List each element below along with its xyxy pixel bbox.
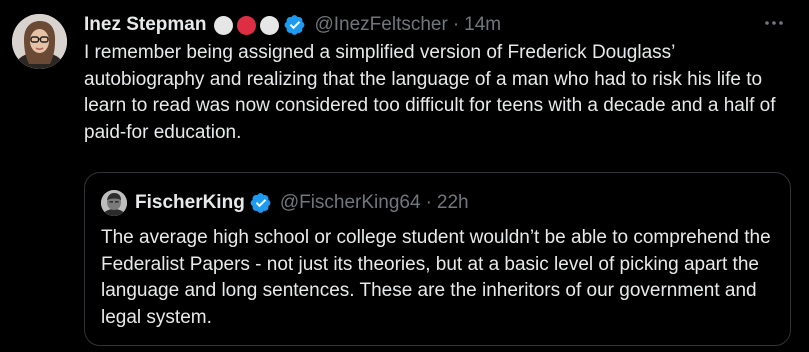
- white-circle-emoji: [214, 15, 234, 35]
- white-circle-emoji: [260, 15, 280, 35]
- author-name[interactable]: Inez Stepman: [84, 12, 206, 38]
- quoted-tweet-header: FischerKing @FischerKing64 · 22h: [101, 190, 469, 216]
- quoted-tweet[interactable]: FischerKing @FischerKing64 · 22h The ave…: [84, 172, 791, 346]
- quoted-tweet-timestamp[interactable]: 22h: [437, 192, 469, 214]
- quoted-header-separator: ·: [425, 192, 432, 213]
- header-separator: ·: [452, 14, 460, 35]
- verified-badge-icon[interactable]: [250, 192, 272, 214]
- more-options-icon[interactable]: [763, 12, 785, 34]
- quoted-tweet-text: The average high school or college stude…: [101, 227, 771, 328]
- name-emoji-group: [214, 15, 283, 35]
- verified-badge-icon[interactable]: [284, 14, 306, 36]
- quoted-author-name[interactable]: FischerKing: [135, 192, 245, 214]
- quoted-author-avatar[interactable]: [101, 190, 127, 216]
- author-handle[interactable]: @InezFeltscher: [314, 12, 447, 38]
- tweet-timestamp[interactable]: 14m: [464, 12, 501, 38]
- tweet[interactable]: Inez Stepman @InezFeltscher · 14m I reme…: [0, 0, 809, 352]
- tweet-text: I remember being assigned a simplified v…: [84, 42, 776, 143]
- author-avatar[interactable]: [12, 14, 67, 69]
- quoted-author-handle[interactable]: @FischerKing64: [280, 192, 421, 214]
- tweet-header: Inez Stepman @InezFeltscher · 14m: [84, 12, 501, 38]
- red-circle-emoji: [237, 15, 257, 35]
